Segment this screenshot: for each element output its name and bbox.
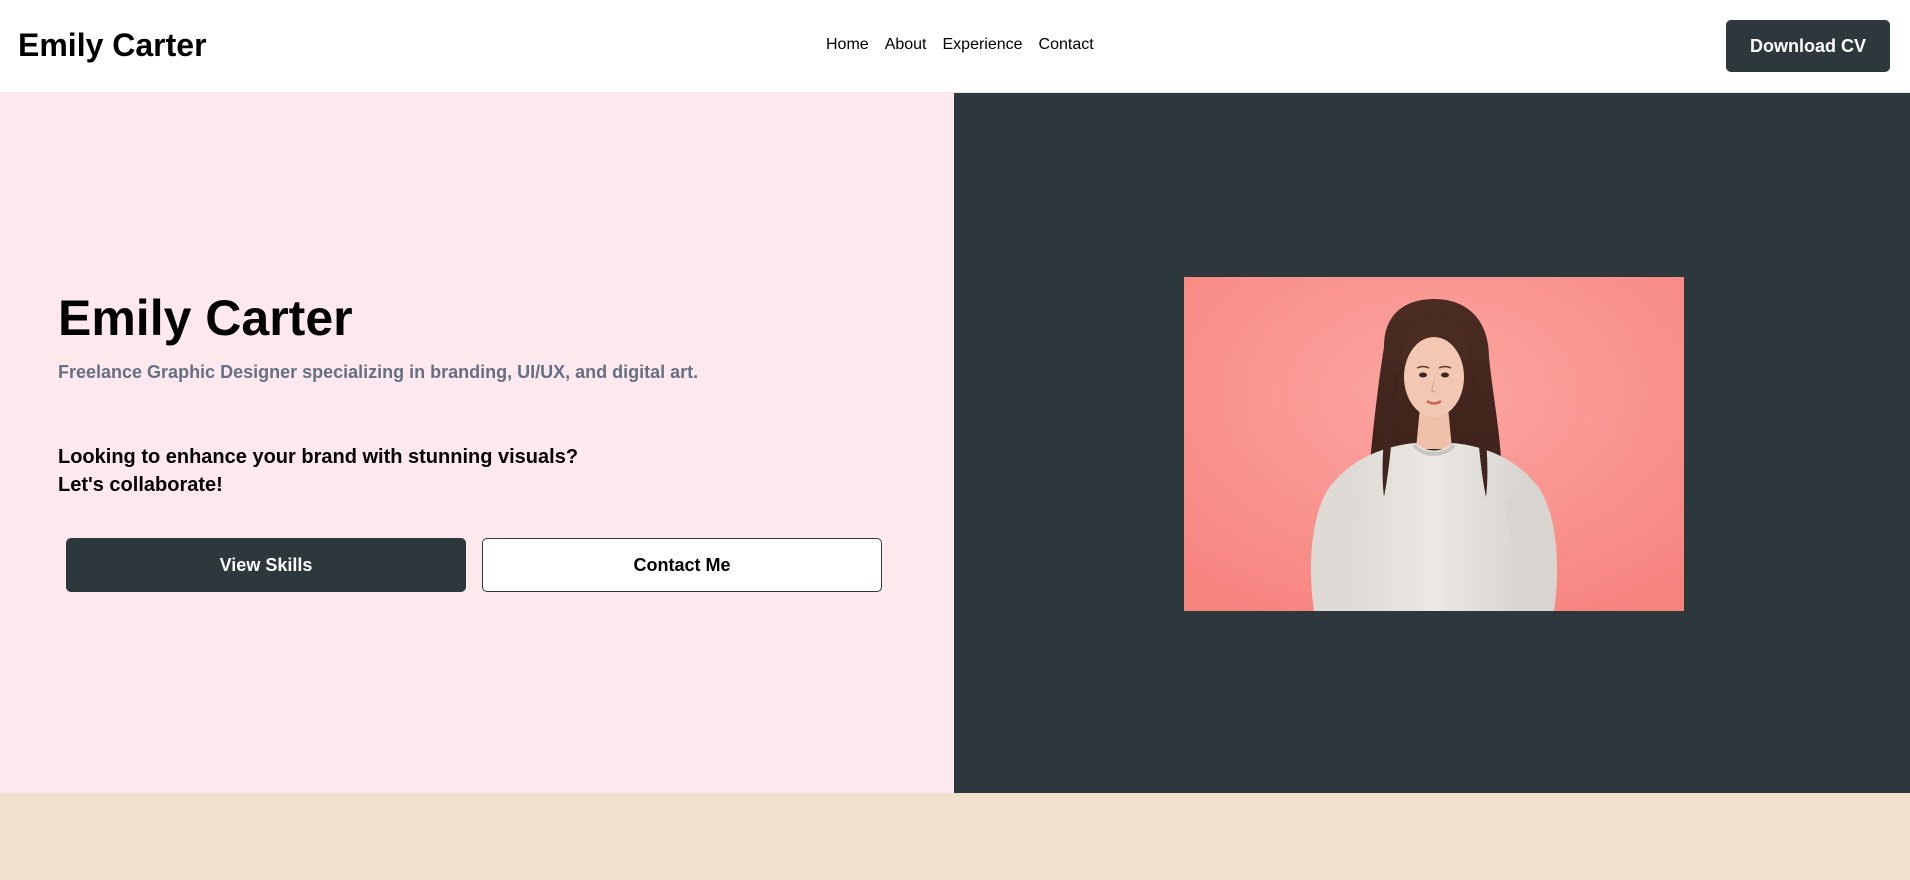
nav-link-contact[interactable]: Contact [1039,34,1094,56]
main-nav: Home About Experience Contact [826,34,1094,56]
view-skills-button[interactable]: View Skills [66,538,466,592]
hero-image-panel [954,93,1910,793]
next-section-strip [0,793,1910,880]
contact-me-button[interactable]: Contact Me [482,538,882,592]
hero-pitch-line-2: Let's collaborate! [58,474,223,496]
download-cv-button[interactable]: Download CV [1726,20,1890,72]
hero-text-panel: Emily Carter Freelance Graphic Designer … [0,93,954,793]
portrait-photo [1184,277,1684,611]
nav-link-home[interactable]: Home [826,34,869,56]
hero-subtitle: Freelance Graphic Designer specializing … [58,362,699,382]
hero-pitch: Looking to enhance your brand with stunn… [58,443,578,499]
nav-link-about[interactable]: About [885,34,927,56]
nav-link-experience[interactable]: Experience [943,34,1023,56]
hero-pitch-line-1: Looking to enhance your brand with stunn… [58,446,579,468]
site-logo-text[interactable]: Emily Carter [18,26,207,64]
site-header: Emily Carter Home About Experience Conta… [0,0,1910,93]
portrait-illustration [1184,277,1684,611]
hero-title: Emily Carter [58,290,353,346]
